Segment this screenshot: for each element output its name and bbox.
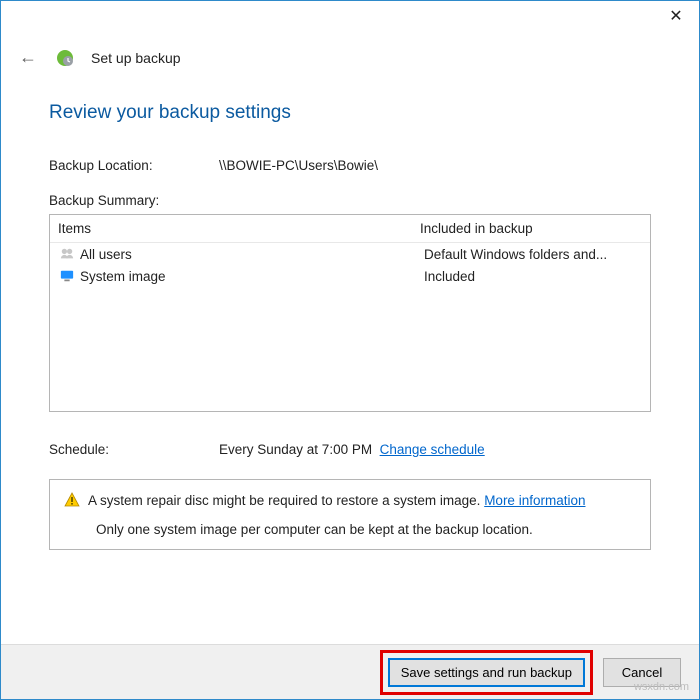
backup-shield-icon: [55, 48, 75, 68]
wizard-title: Set up backup: [91, 50, 181, 66]
schedule-value: Every Sunday at 7:00 PM Change schedule: [219, 442, 485, 457]
more-info-link[interactable]: More information: [484, 493, 585, 508]
location-row: Backup Location: \\BOWIE-PC\Users\Bowie\: [49, 158, 651, 173]
row-item: All users: [80, 247, 424, 262]
warning-line-1: A system repair disc might be required t…: [64, 492, 636, 508]
content-area: Review your backup settings Backup Locat…: [1, 72, 699, 644]
row-included: Included: [424, 269, 475, 284]
page-heading: Review your backup settings: [49, 102, 651, 124]
table-row[interactable]: System image Included: [50, 265, 650, 287]
close-icon: ✕: [669, 6, 682, 26]
wizard-window: ✕ ← Set up backup Review your backup set…: [0, 0, 700, 700]
highlight-annotation: Save settings and run backup: [380, 650, 593, 695]
row-item: System image: [80, 269, 424, 284]
row-included: Default Windows folders and...: [424, 247, 607, 262]
users-icon: [58, 246, 76, 262]
schedule-label: Schedule:: [49, 442, 219, 457]
summary-label-row: Backup Summary:: [49, 193, 651, 208]
location-value: \\BOWIE-PC\Users\Bowie\: [219, 158, 378, 173]
titlebar: ✕: [1, 1, 699, 37]
monitor-icon: [58, 268, 76, 284]
warning-line-2: Only one system image per computer can b…: [64, 522, 636, 537]
footer: Save settings and run backup Cancel: [1, 644, 699, 699]
col-header-items: Items: [58, 221, 420, 236]
summary-label: Backup Summary:: [49, 193, 159, 208]
watermark: wsxdn.com: [634, 681, 689, 693]
warning-text: A system repair disc might be required t…: [88, 493, 480, 508]
warning-icon: [64, 492, 80, 508]
close-button[interactable]: ✕: [653, 1, 699, 31]
schedule-row: Schedule: Every Sunday at 7:00 PM Change…: [49, 442, 651, 457]
location-label: Backup Location:: [49, 158, 219, 173]
change-schedule-link[interactable]: Change schedule: [380, 442, 485, 457]
header-row: ← Set up backup: [1, 37, 699, 72]
back-button[interactable]: ←: [15, 43, 41, 72]
table-row[interactable]: All users Default Windows folders and...: [50, 243, 650, 265]
save-run-backup-button[interactable]: Save settings and run backup: [388, 658, 585, 687]
summary-table-header: Items Included in backup: [50, 215, 650, 243]
summary-table: Items Included in backup All users Defau…: [49, 214, 651, 412]
col-header-included: Included in backup: [420, 221, 533, 236]
warning-box: A system repair disc might be required t…: [49, 479, 651, 550]
